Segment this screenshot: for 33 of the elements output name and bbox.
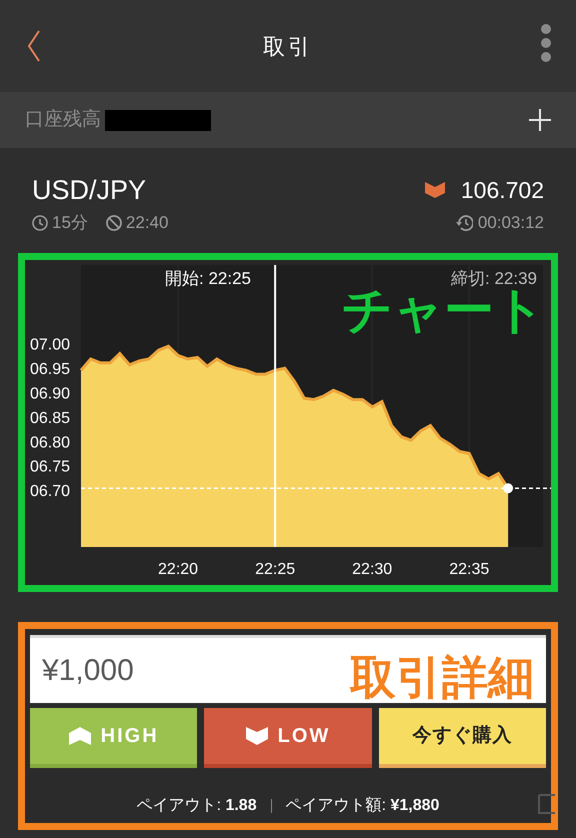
- y-tick-label: 06.80: [30, 434, 70, 452]
- x-tick-label: 22:25: [255, 561, 296, 578]
- y-tick-label: 06.75: [30, 458, 70, 476]
- payout-text: ペイアウト: 1.88: [136, 796, 257, 816]
- trade-annotation: 取引詳細: [350, 651, 534, 703]
- cutoff-time: 22:40: [126, 212, 168, 234]
- screen-title: 取引: [263, 32, 313, 60]
- balance-label: 口座残高: [25, 108, 101, 132]
- history-icon: [454, 214, 473, 231]
- duration-text: 15分: [52, 212, 88, 234]
- current-price: 106.702: [460, 176, 544, 205]
- more-icon[interactable]: [538, 23, 554, 63]
- payout-amount: ペイアウト額: ¥1,880: [286, 796, 440, 816]
- remaining-time: 00:03:12: [478, 212, 544, 234]
- back-icon[interactable]: [27, 30, 41, 62]
- y-tick-label: 06.85: [30, 410, 70, 427]
- plus-icon[interactable]: [529, 109, 551, 131]
- ban-icon: [106, 214, 122, 231]
- x-tick-label: 22:30: [352, 561, 392, 578]
- currency-pair: USD/JPY: [32, 174, 148, 206]
- y-tick-label: 06.70: [30, 483, 70, 500]
- y-tick-label: 06.90: [30, 385, 70, 402]
- clock-icon: [32, 214, 48, 231]
- start-time-label: 開始: 22:25: [165, 268, 251, 290]
- current-point: [503, 483, 514, 494]
- y-tick-label: 07.00: [30, 336, 70, 354]
- low-button[interactable]: LOW: [204, 708, 372, 768]
- up-arrow-icon: [68, 727, 91, 745]
- buy-now-button[interactable]: 今すぐ購入: [378, 708, 546, 768]
- down-arrow-icon: [246, 727, 268, 745]
- x-tick-label: 22:20: [158, 561, 198, 578]
- y-tick-label: 06.95: [30, 360, 70, 378]
- x-tick-label: 22:35: [449, 561, 490, 578]
